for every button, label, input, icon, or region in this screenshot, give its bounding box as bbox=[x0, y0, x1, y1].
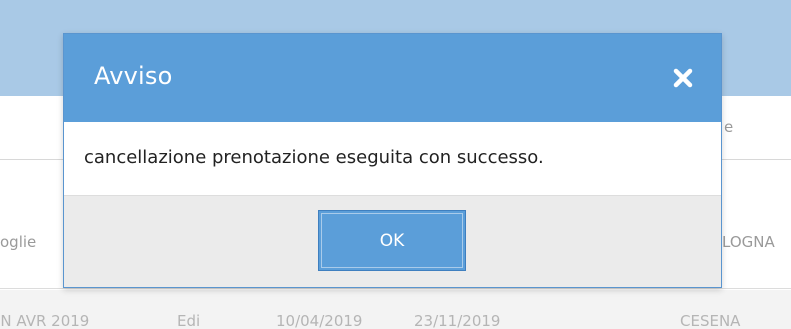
page: e oglie LOGNA IN AVR 2019 Edi 10/04/2019… bbox=[0, 0, 791, 329]
alert-dialog: Avviso cancellazione prenotazione esegui… bbox=[63, 33, 722, 288]
table-row[interactable]: IN AVR 2019 Edi 10/04/2019 23/11/2019 CE… bbox=[0, 290, 791, 329]
row-cell-fragment-right: LOGNA bbox=[722, 233, 775, 251]
dialog-title: Avviso bbox=[94, 62, 173, 90]
row-cell-end-date: 23/11/2019 bbox=[414, 312, 501, 329]
close-icon bbox=[673, 68, 693, 88]
row-cell-start-date: 10/04/2019 bbox=[276, 312, 363, 329]
row-cell-code: IN AVR 2019 bbox=[0, 312, 90, 329]
row-cell-name: Edi bbox=[177, 312, 201, 329]
dialog-header: Avviso bbox=[64, 34, 721, 122]
row-cell-location: CESENA bbox=[680, 312, 741, 329]
dialog-message: cancellazione prenotazione eseguita con … bbox=[84, 147, 544, 168]
column-header-fragment: e bbox=[724, 118, 734, 136]
dialog-body: cancellazione prenotazione eseguita con … bbox=[64, 122, 721, 195]
dialog-footer: OK bbox=[64, 195, 721, 287]
ok-button[interactable]: OK bbox=[318, 210, 466, 271]
row-cell-fragment-left: oglie bbox=[0, 233, 37, 251]
close-button[interactable] bbox=[669, 64, 697, 92]
